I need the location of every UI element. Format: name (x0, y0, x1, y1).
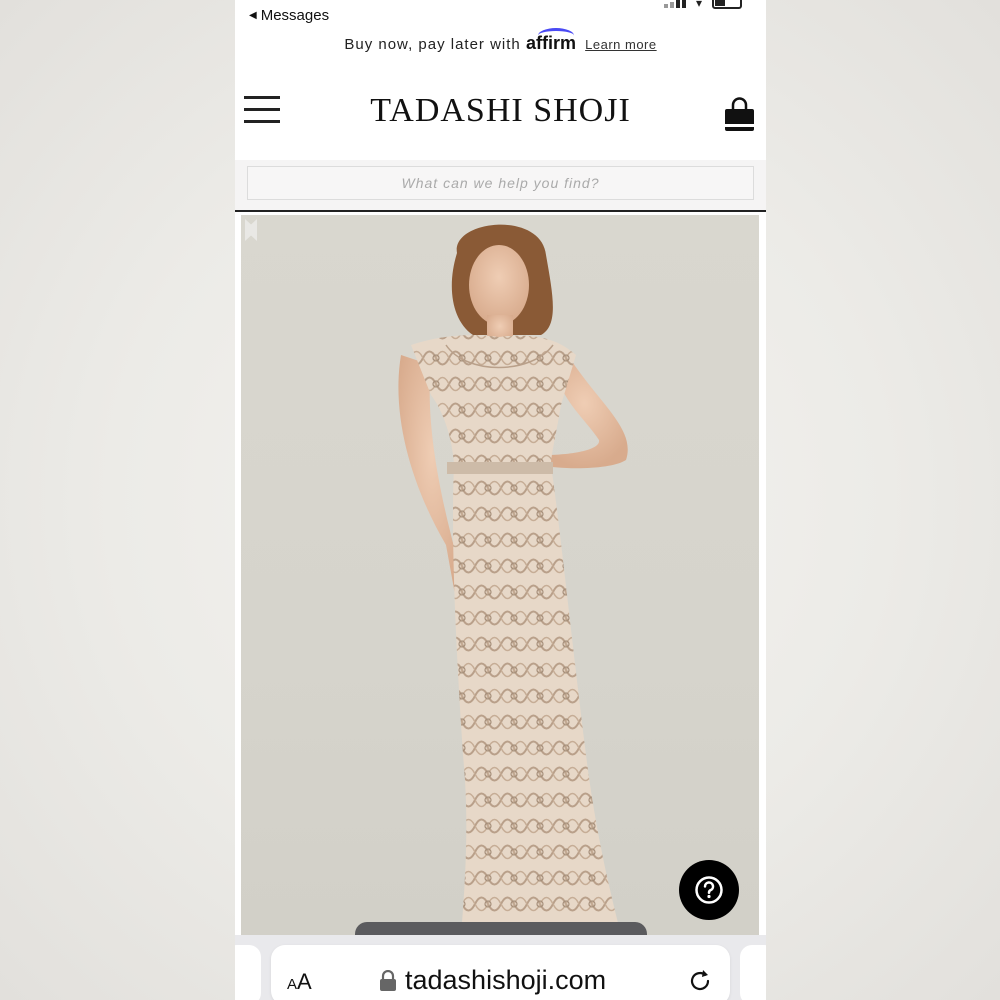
question-mark-icon (695, 876, 723, 904)
url-display[interactable]: tadashishoji.com (379, 965, 606, 996)
back-label: Messages (260, 7, 330, 24)
learn-more-link[interactable]: Learn more (585, 37, 656, 52)
lock-icon (380, 969, 396, 991)
status-icons: ▾ (663, 0, 742, 10)
address-bar[interactable]: AA tadashishoji.com (271, 945, 730, 1000)
previous-tab-edge[interactable] (235, 945, 261, 1000)
browser-toolbar: AA tadashishoji.com (235, 935, 766, 1000)
next-tab-edge[interactable] (740, 945, 766, 1000)
help-button[interactable] (679, 860, 739, 920)
chevron-right-icon[interactable] (241, 215, 261, 245)
status-bar: ◀ Messages ▾ (235, 0, 766, 30)
affirm-logo: affirm (525, 33, 576, 53)
product-image[interactable] (241, 215, 759, 935)
search-input[interactable] (247, 166, 754, 200)
mobile-screen: ◀ Messages ▾ Buy now, pay later with aff… (235, 0, 766, 1000)
model-photo (398, 224, 628, 935)
url-text: tadashishoji.com (405, 965, 607, 995)
back-to-messages[interactable]: ◀ Messages (249, 7, 329, 24)
wifi-icon: ▾ (695, 0, 702, 10)
back-triangle-icon: ◀ (249, 10, 257, 21)
battery-icon (712, 0, 742, 9)
affirm-text: Buy now, pay later with (344, 36, 521, 53)
reload-icon[interactable] (686, 967, 714, 995)
shopping-bag-icon[interactable] (723, 97, 756, 133)
search-bar (235, 160, 766, 212)
text-size-button[interactable]: AA (287, 969, 312, 995)
signal-icon (663, 0, 686, 8)
site-header: TADASHI SHOJI (235, 80, 766, 150)
affirm-banner: Buy now, pay later with affirm Learn mor… (235, 33, 766, 54)
brand-logo[interactable]: TADASHI SHOJI (235, 92, 766, 130)
